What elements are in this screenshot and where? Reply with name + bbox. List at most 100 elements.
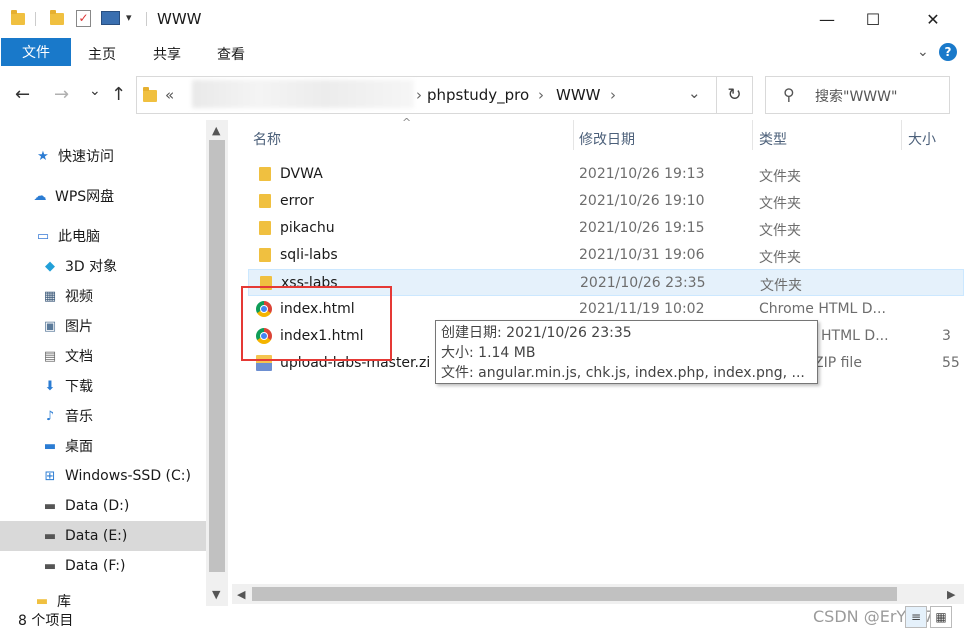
divider — [35, 12, 36, 26]
sidebar-item-label: 音乐 — [65, 409, 93, 425]
tab-file[interactable]: 文件 — [1, 38, 71, 66]
sidebar-icon: ▬ — [43, 498, 57, 514]
sidebar-item-label: 图片 — [65, 319, 93, 335]
file-date: 2021/10/31 19:06 — [579, 247, 705, 263]
folder-icon — [143, 86, 157, 102]
file-type: 文件夹 — [759, 223, 801, 239]
address-dropdown-button[interactable]: ⌄ — [688, 84, 701, 102]
chevron-down-icon[interactable]: ⌄ — [917, 44, 929, 60]
sidebar-item-label: 下载 — [65, 379, 93, 395]
sidebar-item[interactable]: ⬇ 下载 — [0, 371, 206, 401]
minimize-button[interactable]: — — [804, 0, 850, 38]
back-button[interactable]: ← — [15, 84, 30, 105]
tab-share[interactable]: 共享 — [153, 44, 181, 64]
sidebar-item[interactable]: ▭ 此电脑 — [0, 221, 206, 251]
scroll-down-arrow[interactable]: ▼ — [212, 588, 220, 601]
folder-icon — [259, 248, 271, 262]
folder-icon — [259, 194, 271, 208]
sidebar-item-label: 此电脑 — [58, 229, 100, 245]
recent-locations-button[interactable]: ⌄ — [89, 83, 101, 99]
sidebar-item-label: Windows-SSD (C:) — [65, 468, 191, 484]
column-size[interactable]: 大小 — [908, 129, 936, 149]
breadcrumb-phpstudy[interactable]: phpstudy_pro — [427, 86, 529, 104]
monitor-icon[interactable] — [101, 11, 120, 25]
file-name: pikachu — [280, 220, 335, 236]
file-date: 2021/11/19 10:02 — [579, 301, 705, 317]
file-row[interactable]: sqli-labs 2021/10/31 19:06 文件夹 — [248, 242, 964, 269]
horizontal-scroll-thumb[interactable] — [252, 587, 897, 601]
sidebar-item[interactable]: ▦ 视频 — [0, 281, 206, 311]
sidebar-item[interactable]: ☁ WPS网盘 — [0, 181, 206, 211]
properties-icon[interactable]: ✓ — [76, 10, 91, 27]
file-row[interactable]: DVWA 2021/10/26 19:13 文件夹 — [248, 161, 964, 188]
new-folder-icon[interactable] — [50, 10, 64, 26]
file-date: 2021/10/26 19:15 — [579, 220, 705, 236]
file-row[interactable]: pikachu 2021/10/26 19:15 文件夹 — [248, 215, 964, 242]
scroll-left-arrow[interactable]: ◀ — [237, 588, 245, 601]
file-date: 2021/10/26 19:13 — [579, 166, 705, 182]
sidebar-icon: ⊞ — [44, 468, 56, 484]
refresh-button[interactable]: ↻ — [716, 77, 752, 113]
address-overflow[interactable]: « — [165, 86, 174, 104]
sidebar-icon: ▬ — [35, 593, 49, 609]
tab-home[interactable]: 主页 — [88, 44, 116, 64]
column-divider[interactable] — [901, 120, 902, 150]
sidebar-item-label: 3D 对象 — [65, 259, 118, 275]
folder-icon — [259, 167, 271, 181]
sidebar-item-label: 视频 — [65, 289, 93, 305]
tab-view[interactable]: 查看 — [217, 44, 245, 64]
sidebar-icon: ★ — [37, 148, 49, 164]
sidebar-item[interactable]: ▬ Data (E:) — [0, 521, 206, 551]
column-divider[interactable] — [752, 120, 753, 150]
sidebar-icon: ▦ — [43, 288, 57, 304]
sidebar-item[interactable]: ▬ Data (F:) — [0, 551, 206, 581]
scroll-up-arrow[interactable]: ▲ — [212, 124, 220, 137]
sidebar-icon: ▬ — [43, 528, 57, 544]
status-item-count: 8 个项目 — [18, 613, 74, 629]
column-type[interactable]: 类型 — [759, 129, 787, 149]
forward-button[interactable]: → — [54, 84, 69, 105]
search-placeholder: 搜索"WWW" — [815, 89, 898, 105]
file-type: 文件夹 — [759, 169, 801, 185]
redacted-path — [192, 80, 414, 108]
scroll-right-arrow[interactable]: ▶ — [947, 588, 955, 601]
column-name[interactable]: 名称 — [253, 129, 281, 149]
sidebar-item[interactable]: ▣ 图片 — [0, 311, 206, 341]
column-date[interactable]: 修改日期 — [579, 129, 635, 149]
large-icons-view-button[interactable]: ▦ — [930, 606, 952, 628]
sidebar-item[interactable]: ▬ Data (D:) — [0, 491, 206, 521]
breadcrumb-www[interactable]: WWW — [556, 86, 601, 104]
help-icon[interactable]: ? — [939, 43, 957, 61]
breadcrumb-separator[interactable]: › — [538, 86, 544, 104]
highlight-annotation — [241, 286, 392, 361]
sidebar-item[interactable]: ▤ 文档 — [0, 341, 206, 371]
close-button[interactable]: ✕ — [910, 0, 956, 38]
tooltip-files: 文件: angular.min.js, chk.js, index.php, i… — [441, 365, 805, 381]
sidebar-item[interactable]: ▬ 桌面 — [0, 431, 206, 461]
sidebar-item[interactable]: ◆ 3D 对象 — [0, 251, 206, 281]
sidebar-item-label: WPS网盘 — [55, 189, 115, 205]
sidebar-icon: ▣ — [43, 318, 57, 334]
breadcrumb-separator[interactable]: › — [610, 86, 616, 104]
sidebar-item-label: Data (E:) — [65, 528, 128, 544]
file-name: sqli-labs — [280, 247, 338, 263]
sidebar-scroll-thumb[interactable] — [209, 140, 225, 572]
sidebar-icon: ◆ — [45, 258, 55, 274]
up-button[interactable]: ↑ — [111, 84, 126, 105]
sidebar-item-label: Data (D:) — [65, 498, 130, 514]
sidebar-item[interactable]: ♪ 音乐 — [0, 401, 206, 431]
file-type: ZIP file — [814, 355, 862, 371]
details-view-button[interactable]: ≡ — [905, 606, 927, 628]
sidebar-item[interactable]: ★ 快速访问 — [0, 141, 206, 171]
file-size: 3 — [942, 328, 951, 344]
sidebar-item-label: 快速访问 — [58, 149, 114, 165]
customize-toolbar-dropdown[interactable]: ▾ — [126, 11, 132, 24]
breadcrumb-separator[interactable]: › — [416, 86, 422, 104]
file-name: error — [280, 193, 314, 209]
column-divider[interactable] — [573, 120, 574, 150]
folder-icon — [259, 221, 271, 235]
file-row[interactable]: error 2021/10/26 19:10 文件夹 — [248, 188, 964, 215]
tooltip-size: 大小: 1.14 MB — [441, 345, 536, 361]
sidebar-item[interactable]: ⊞ Windows-SSD (C:) — [0, 461, 206, 491]
maximize-button[interactable]: ☐ — [850, 0, 896, 38]
